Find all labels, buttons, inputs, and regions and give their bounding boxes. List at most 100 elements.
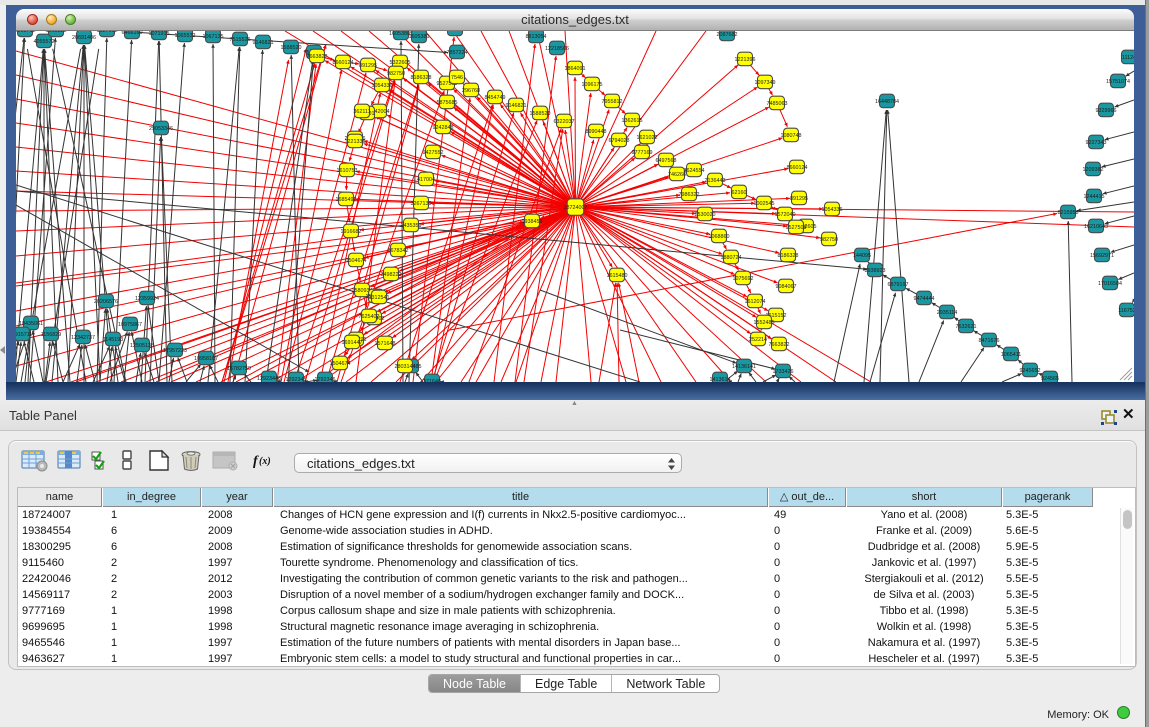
svg-text:1691447: 1691447 xyxy=(342,340,363,346)
svg-text:16782759: 16782759 xyxy=(227,366,251,372)
svg-text:1610753: 1610753 xyxy=(337,168,358,174)
svg-text:7625402: 7625402 xyxy=(359,314,380,320)
svg-text:1065411: 1065411 xyxy=(1001,352,1022,358)
svg-text:1002545: 1002545 xyxy=(754,201,775,207)
svg-text:9527508: 9527508 xyxy=(786,225,807,231)
svg-text:8813054: 8813054 xyxy=(526,34,547,40)
svg-text:5322605: 5322605 xyxy=(390,60,411,66)
svg-text:1065532: 1065532 xyxy=(175,33,196,39)
svg-text:1067135: 1067135 xyxy=(203,34,224,40)
svg-text:1097349: 1097349 xyxy=(755,80,776,86)
svg-text:1504674: 1504674 xyxy=(346,258,367,264)
svg-text:12359924: 12359924 xyxy=(135,296,159,302)
svg-text:1527602: 1527602 xyxy=(97,31,118,34)
svg-text:116753: 116753 xyxy=(1118,308,1134,314)
svg-text:1588520: 1588520 xyxy=(281,45,302,51)
svg-text:11124: 11124 xyxy=(1122,55,1134,61)
svg-text:7485063: 7485063 xyxy=(767,101,788,107)
svg-text:8678342: 8678342 xyxy=(388,248,409,254)
svg-text:7986322: 7986322 xyxy=(679,192,700,198)
svg-text:(x): (x) xyxy=(259,456,271,467)
svg-text:144095: 144095 xyxy=(853,253,871,259)
svg-text:2803144: 2803144 xyxy=(395,364,416,370)
svg-text:9474444: 9474444 xyxy=(914,296,935,302)
svg-text:1362615: 1362615 xyxy=(622,118,643,124)
svg-text:7955812: 7955812 xyxy=(602,99,623,105)
svg-text:9242848: 9242848 xyxy=(433,125,454,131)
svg-text:1221336: 1221336 xyxy=(345,139,366,145)
svg-text:1938455: 1938455 xyxy=(522,219,543,225)
svg-text:2087682: 2087682 xyxy=(717,32,738,38)
svg-text:6879197: 6879197 xyxy=(888,282,909,288)
svg-text:2935114: 2935114 xyxy=(937,310,958,316)
svg-text:15751074: 15751074 xyxy=(1106,79,1130,85)
svg-text:15692971: 15692971 xyxy=(1090,253,1114,259)
svg-text:7632621: 7632621 xyxy=(956,324,977,330)
svg-text:20691406: 20691406 xyxy=(72,35,96,41)
svg-text:3624554: 3624554 xyxy=(684,168,705,174)
svg-text:1552485: 1552485 xyxy=(754,320,775,326)
svg-text:8454749: 8454749 xyxy=(485,95,506,101)
svg-text:6322037: 6322037 xyxy=(554,119,575,125)
svg-text:18435061: 18435061 xyxy=(19,321,43,327)
svg-text:1075692: 1075692 xyxy=(733,276,754,282)
svg-text:8660124: 8660124 xyxy=(787,165,808,171)
svg-text:8186328: 8186328 xyxy=(411,75,432,81)
svg-text:18724007: 18724007 xyxy=(564,205,588,211)
svg-text:9146821: 9146821 xyxy=(253,40,274,46)
svg-text:1292346: 1292346 xyxy=(315,377,336,382)
svg-text:2055712: 2055712 xyxy=(16,31,36,34)
svg-text:296768: 296768 xyxy=(462,88,480,94)
svg-text:1571648: 1571648 xyxy=(375,341,396,347)
svg-text:371648: 371648 xyxy=(423,379,441,382)
svg-text:9084067: 9084067 xyxy=(776,284,797,290)
svg-text:10975867: 10975867 xyxy=(118,322,142,328)
svg-text:7857224: 7857224 xyxy=(447,50,468,56)
svg-text:1733426: 1733426 xyxy=(773,369,794,375)
svg-text:1864091: 1864091 xyxy=(565,66,586,72)
svg-text:1292345: 1292345 xyxy=(286,377,307,382)
svg-text:1145193: 1145193 xyxy=(103,337,124,343)
svg-text:1209382: 1209382 xyxy=(1083,167,1104,173)
svg-text:2530020: 2530020 xyxy=(695,212,716,218)
svg-text:891295: 891295 xyxy=(790,196,808,202)
svg-text:1054336: 1054336 xyxy=(372,83,393,89)
svg-text:1615480: 1615480 xyxy=(607,273,628,279)
svg-text:12505135: 12505135 xyxy=(130,343,154,349)
svg-text:12218506: 12218506 xyxy=(545,46,569,52)
svg-text:1068860: 1068860 xyxy=(709,234,730,240)
svg-text:362111: 362111 xyxy=(353,109,370,115)
svg-text:1312541: 1312541 xyxy=(369,295,390,301)
svg-text:9777169: 9777169 xyxy=(632,150,653,156)
svg-text:1621022: 1621022 xyxy=(637,135,658,141)
svg-text:8471676: 8471676 xyxy=(979,338,1000,344)
svg-text:9146821: 9146821 xyxy=(506,103,527,109)
svg-text:1096175: 1096175 xyxy=(582,82,603,88)
svg-text:6497568: 6497568 xyxy=(656,158,677,164)
svg-text:1156829: 1156829 xyxy=(41,332,62,338)
svg-text:5875685: 5875685 xyxy=(437,100,458,106)
svg-text:252214: 252214 xyxy=(749,337,767,343)
svg-text:1588520: 1588520 xyxy=(530,111,551,117)
svg-text:1054336: 1054336 xyxy=(822,207,843,213)
svg-text:7515526: 7515526 xyxy=(230,37,251,43)
svg-text:8938923: 8938923 xyxy=(865,268,886,274)
svg-text:7663822: 7663822 xyxy=(307,54,328,60)
svg-text:6466160: 6466160 xyxy=(122,31,143,36)
svg-text:2136443: 2136443 xyxy=(705,178,726,184)
svg-text:6794028: 6794028 xyxy=(609,138,630,144)
svg-text:1504674: 1504674 xyxy=(330,361,351,367)
svg-text:4055572: 4055572 xyxy=(34,39,55,45)
svg-text:9329966: 9329966 xyxy=(1096,108,1117,114)
svg-text:1916682: 1916682 xyxy=(341,229,362,235)
svg-text:7663822: 7663822 xyxy=(769,342,790,348)
svg-text:7546: 7546 xyxy=(451,75,463,81)
svg-text:1880724: 1880724 xyxy=(721,255,742,261)
svg-text:3267130: 3267130 xyxy=(411,201,432,207)
svg-text:982750: 982750 xyxy=(820,237,838,243)
svg-text:12342737: 12342737 xyxy=(71,335,95,341)
svg-text:891295: 891295 xyxy=(359,63,377,69)
svg-text:12923448: 12923448 xyxy=(257,376,281,382)
svg-text:924565: 924565 xyxy=(1041,376,1059,382)
svg-text:10958107: 10958107 xyxy=(194,356,218,362)
